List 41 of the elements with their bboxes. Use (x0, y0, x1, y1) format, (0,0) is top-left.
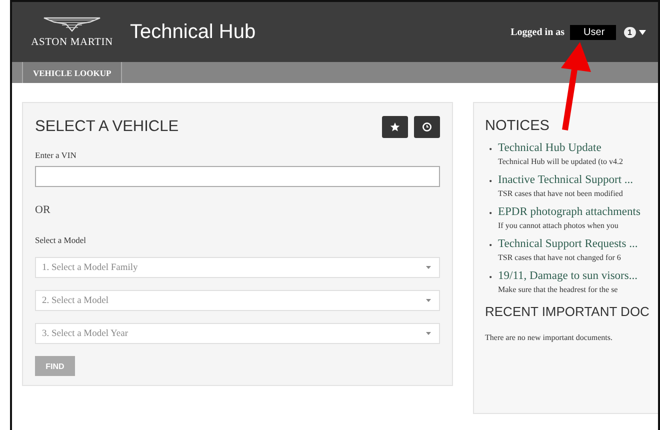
nav-tab[interactable]: VEHICLE LOOKUP (22, 62, 122, 83)
notice-link[interactable]: Technical Hub Update (498, 142, 658, 154)
caret-icon (426, 299, 431, 302)
notice-link[interactable]: EPDR photograph attachments (498, 206, 658, 218)
bullet: • (489, 272, 492, 282)
notice-link[interactable]: Inactive Technical Support ... (498, 174, 658, 186)
panel-title: SELECT A VEHICLE (35, 118, 180, 136)
caret-icon (426, 266, 431, 269)
notice-summary: TSR cases that have not been modified (498, 189, 624, 198)
field-label: Select a Model (35, 235, 87, 245)
notice-link[interactable]: 19/11, Damage to sun visors... (498, 270, 658, 282)
or-divider-text: OR (35, 204, 52, 216)
bullet: • (489, 240, 492, 250)
favorite-button[interactable] (382, 116, 408, 138)
field-label: Enter a VIN (35, 150, 78, 160)
empty-message: There are no new important documents. (485, 333, 614, 342)
vin-input-field[interactable] (35, 166, 440, 187)
bullet: • (489, 176, 492, 186)
notice-summary: Technical Hub will be updated (to v4.2 (498, 157, 624, 166)
select-field[interactable]: 3. Select a Model Year (35, 323, 440, 344)
section-title: NOTICES (485, 118, 550, 134)
notification-badge[interactable]: 1 (624, 26, 636, 38)
notice-summary: TSR cases that have not changed for 6 (498, 253, 622, 262)
notice-link[interactable]: Technical Support Requests ... (498, 238, 658, 250)
notice-summary: If you cannot attach photos when you (498, 221, 620, 230)
select-field[interactable]: 1. Select a Model Family (35, 257, 440, 278)
login-label: Logged in as (510, 26, 565, 38)
select-field[interactable]: 2. Select a Model (35, 290, 440, 311)
wings-logo-icon (42, 16, 102, 32)
bullet: • (489, 144, 492, 154)
app-title: Technical Hub (130, 20, 256, 44)
clock-icon (422, 122, 432, 132)
brand-name: ASTON MARTIN (31, 37, 113, 48)
user-name[interactable]: User (570, 24, 616, 40)
bullet: • (489, 208, 492, 218)
caret-icon[interactable] (639, 30, 646, 34)
caret-icon (426, 332, 431, 335)
section-title: RECENT IMPORTANT DOC (485, 304, 650, 319)
history-button[interactable] (414, 116, 440, 138)
notice-summary: Make sure that the headrest for the se (498, 285, 619, 294)
star-icon (390, 122, 400, 132)
